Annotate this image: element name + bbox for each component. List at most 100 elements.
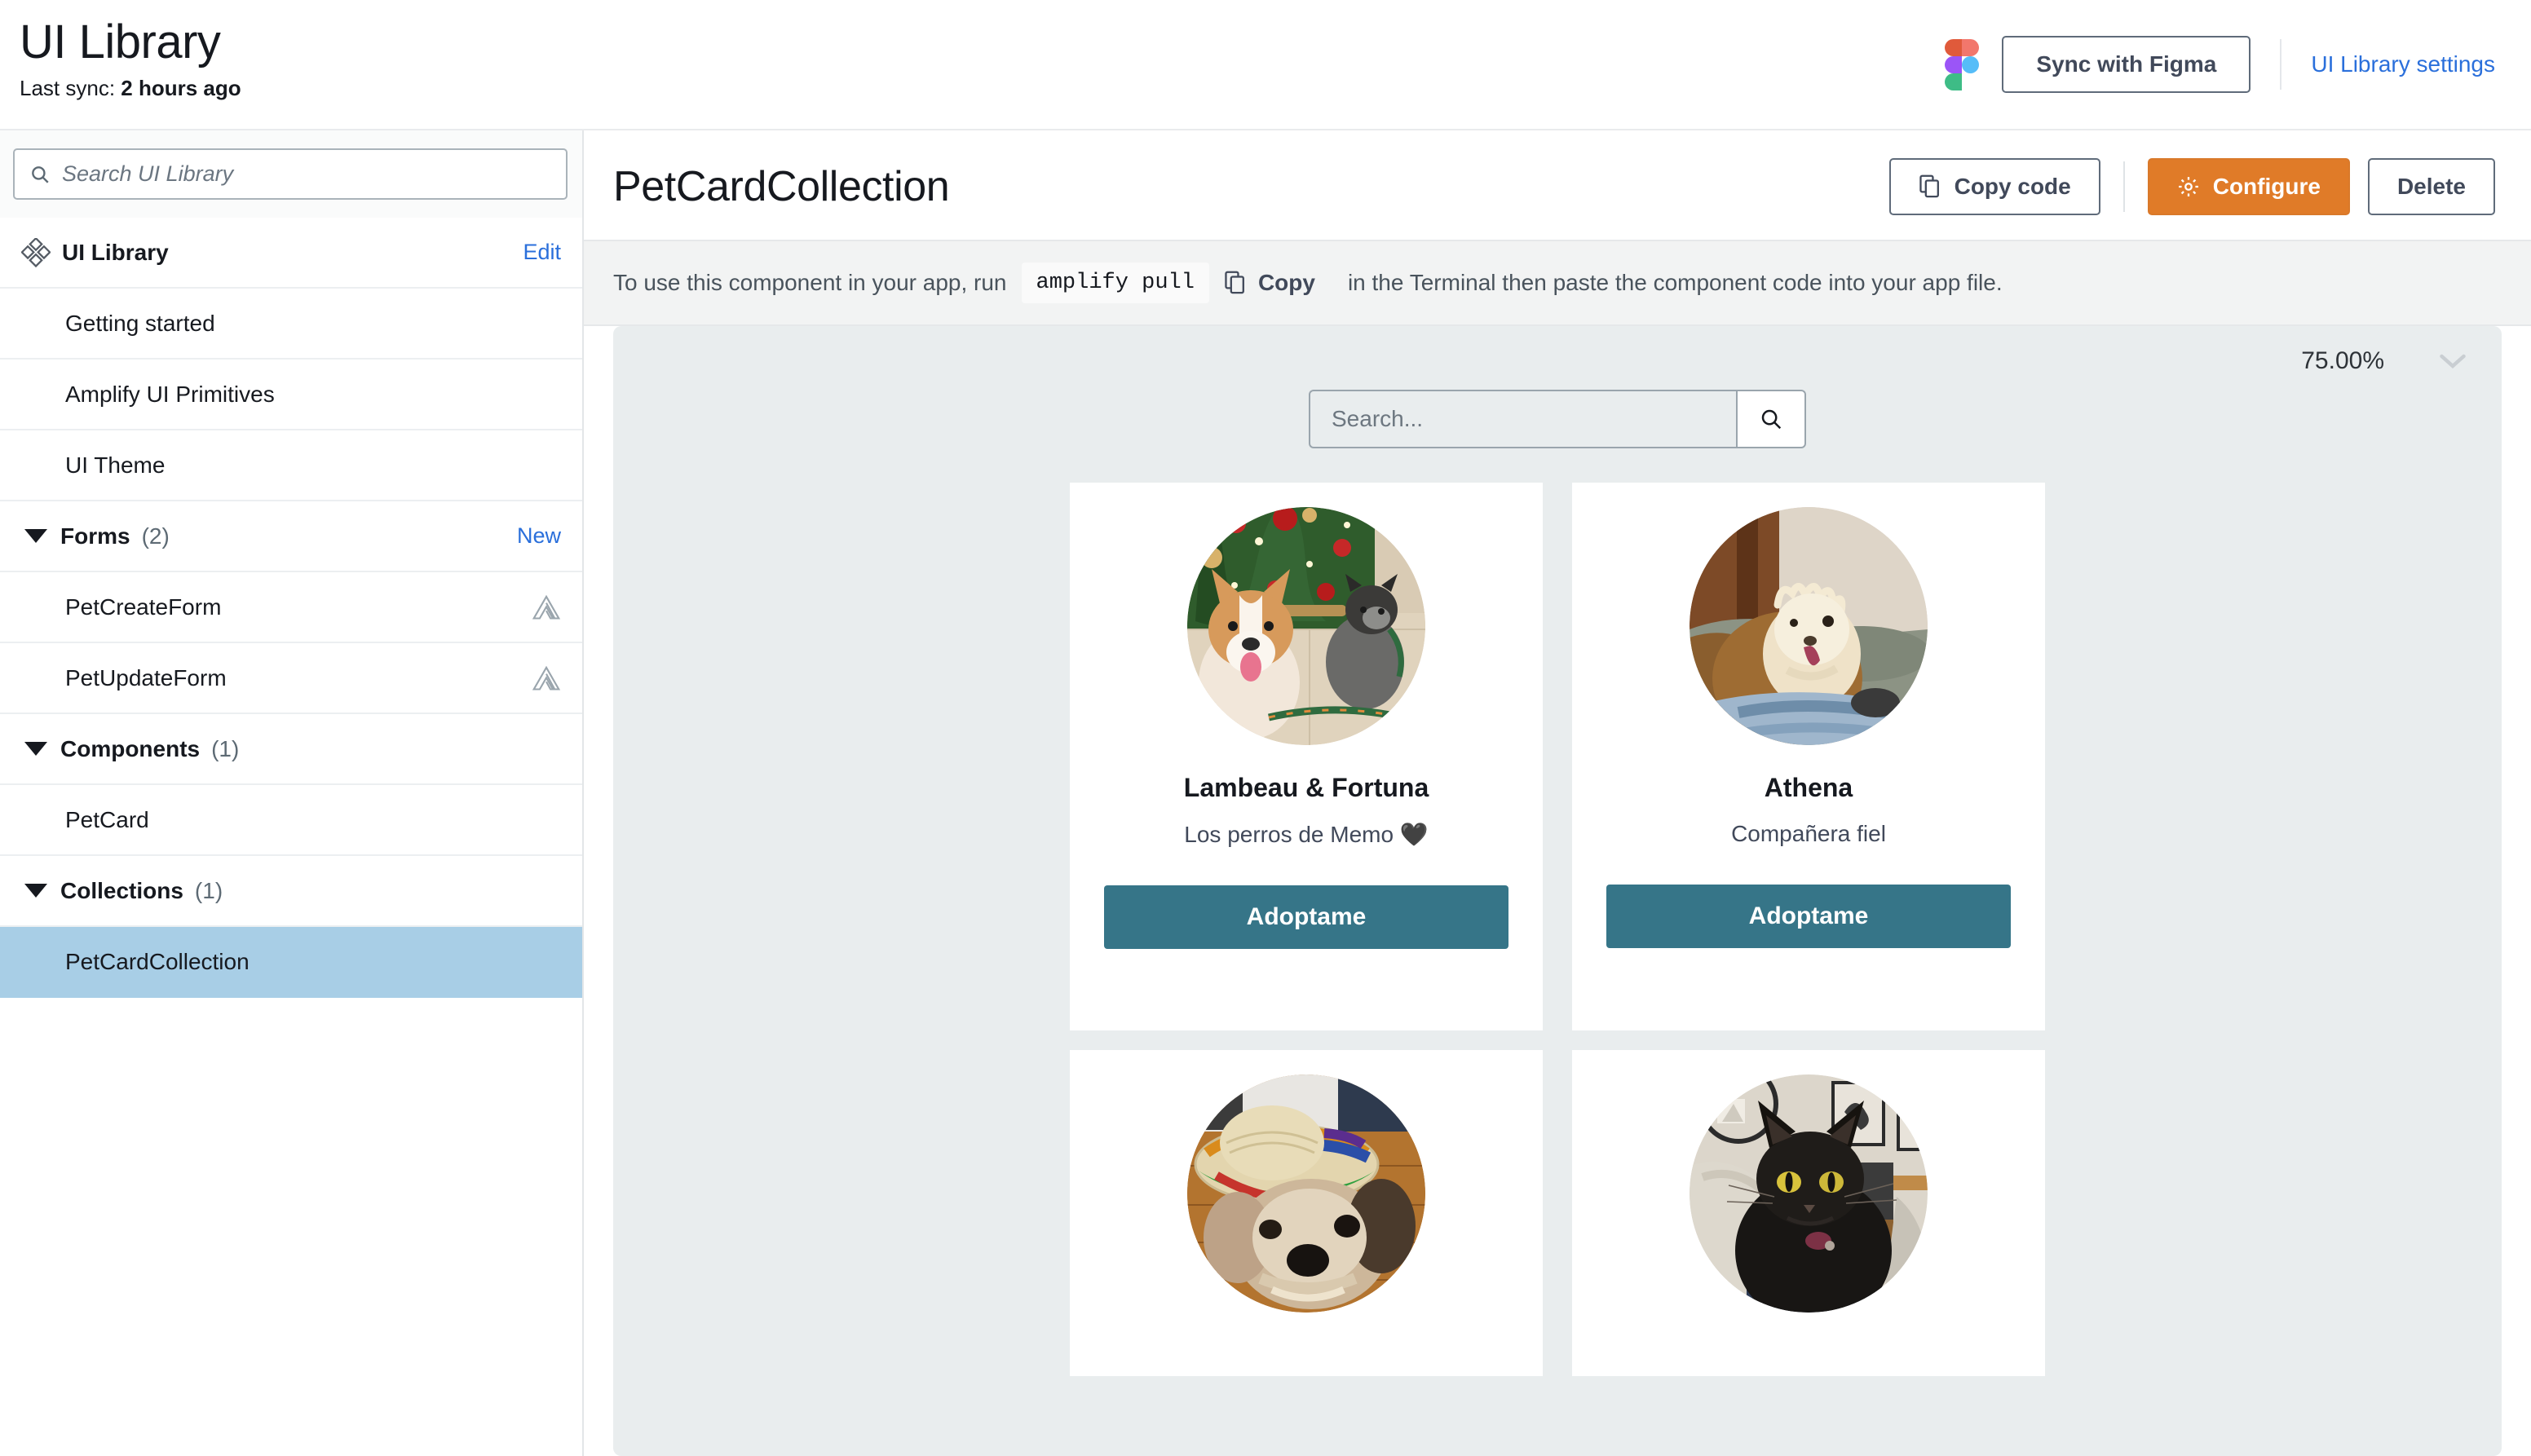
last-sync-label: Last sync: bbox=[20, 75, 116, 100]
sync-with-figma-button[interactable]: Sync with Figma bbox=[2002, 36, 2251, 93]
sidebar-item-label: Amplify UI Primitives bbox=[65, 381, 275, 407]
sidebar-item-petcardcollection[interactable]: PetCardCollection bbox=[0, 927, 582, 998]
search-icon bbox=[1761, 409, 1782, 430]
sidebar-item-petupdateform[interactable]: PetUpdateForm bbox=[0, 643, 582, 714]
sidebar-item-label: PetUpdateForm bbox=[65, 664, 227, 690]
component-actions: Copy code Configure Delete bbox=[1888, 158, 2495, 215]
main-content: PetCardCollection Copy code Configure De… bbox=[584, 130, 2531, 1456]
preview-body: Search... Lambeau & Fortuna Los perros d… bbox=[613, 375, 2502, 1456]
sidebar-group-count: (2) bbox=[141, 523, 170, 549]
preview-outer: 75.00% Search... Lambeau & Fortuna Los p… bbox=[584, 326, 2531, 1456]
pet-card[interactable] bbox=[1070, 1050, 1543, 1376]
copy-code-label: Copy code bbox=[1954, 174, 2071, 199]
caret-down-icon[interactable] bbox=[24, 529, 47, 543]
search-placeholder: Search UI Library bbox=[62, 161, 234, 186]
shih-tzu-wearing-sombrero-photo bbox=[1187, 1074, 1425, 1313]
adopt-button[interactable]: Adoptame bbox=[1104, 885, 1508, 949]
header-left: UI Library Last sync: 2 hours ago bbox=[20, 15, 241, 101]
pet-description: Los perros de Memo 🖤 bbox=[1184, 822, 1429, 847]
instruction-prefix: To use this component in your app, run bbox=[613, 270, 1007, 295]
sidebar-item-label: PetCreateForm bbox=[65, 593, 222, 620]
sidebar-group-count: (1) bbox=[194, 877, 223, 903]
preview-search-input[interactable]: Search... bbox=[1309, 390, 1736, 448]
sidebar-item-label: UI Theme bbox=[65, 452, 166, 478]
amplify-pull-code: amplify pull bbox=[1021, 263, 1209, 303]
ui-library-app: UI Library Last sync: 2 hours ago Sync w… bbox=[0, 0, 2531, 1456]
sidebar-nav: UI Library Edit Getting started Amplify … bbox=[0, 218, 582, 1456]
copy-icon bbox=[1225, 271, 1244, 294]
sidebar-group-label: Forms bbox=[60, 523, 130, 549]
amplify-icon bbox=[532, 594, 561, 620]
configure-button[interactable]: Configure bbox=[2147, 158, 2350, 215]
copy-command-label: Copy bbox=[1257, 270, 1315, 295]
preview-search-placeholder: Search... bbox=[1332, 406, 1424, 431]
ui-library-settings-link[interactable]: UI Library settings bbox=[2311, 51, 2495, 77]
sidebar-item-petcard[interactable]: PetCard bbox=[0, 785, 582, 856]
copy-command-button[interactable]: Copy bbox=[1224, 270, 1315, 296]
last-sync-status: Last sync: 2 hours ago bbox=[20, 76, 241, 101]
pet-avatar bbox=[1187, 507, 1425, 745]
pet-card-grid: Lambeau & Fortuna Los perros de Memo 🖤 A… bbox=[1070, 483, 2045, 1376]
pet-description: Compañera fiel bbox=[1731, 821, 1886, 846]
sidebar-edit-link[interactable]: Edit bbox=[523, 240, 561, 265]
pet-avatar bbox=[1187, 1074, 1425, 1313]
delete-button[interactable]: Delete bbox=[2367, 158, 2495, 215]
sidebar-group-label: Collections bbox=[60, 877, 183, 903]
header-right: Sync with Figma UI Library settings bbox=[1945, 15, 2495, 93]
sidebar-group-forms[interactable]: Forms (2) New bbox=[0, 501, 582, 572]
last-sync-value: 2 hours ago bbox=[121, 75, 241, 100]
sidebar-item-petcreateform[interactable]: PetCreateForm bbox=[0, 572, 582, 643]
zoom-control[interactable]: 75.00% bbox=[613, 326, 2502, 375]
sidebar-group-components[interactable]: Components (1) bbox=[0, 714, 582, 785]
search-input[interactable]: Search UI Library bbox=[13, 148, 568, 200]
configure-label: Configure bbox=[2212, 174, 2321, 199]
gear-icon bbox=[2178, 177, 2198, 196]
pet-card[interactable] bbox=[1572, 1050, 2045, 1376]
sidebar-new-form-link[interactable]: New bbox=[517, 523, 561, 549]
amplify-icon bbox=[532, 665, 561, 690]
chevron-down-icon[interactable] bbox=[2438, 352, 2467, 370]
black-longhair-cat-photo bbox=[1690, 1074, 1928, 1313]
caret-down-icon[interactable] bbox=[24, 742, 47, 756]
sidebar-item-label: PetCard bbox=[65, 806, 149, 832]
scruffy-cream-terrier-on-blanket-photo bbox=[1690, 507, 1928, 745]
sidebar-group-collections[interactable]: Collections (1) bbox=[0, 856, 582, 927]
sidebar-item-label: Getting started bbox=[65, 310, 215, 336]
sidebar-item-label: PetCardCollection bbox=[65, 948, 250, 974]
top-header: UI Library Last sync: 2 hours ago Sync w… bbox=[0, 0, 2531, 129]
sidebar-group-label: Components bbox=[60, 735, 201, 761]
zoom-level-value: 75.00% bbox=[2301, 347, 2384, 374]
page-title: UI Library bbox=[20, 15, 221, 68]
preview-search-button[interactable] bbox=[1736, 390, 1806, 448]
sidebar: Search UI Library UI Library Edit Gettin… bbox=[0, 130, 584, 1456]
header-divider bbox=[2280, 39, 2282, 90]
sidebar-item-amplify-ui-primitives[interactable]: Amplify UI Primitives bbox=[0, 360, 582, 430]
figma-logo-icon bbox=[1945, 39, 1981, 90]
usage-instruction-bar: To use this component in your app, run a… bbox=[584, 241, 2531, 326]
caret-down-icon[interactable] bbox=[24, 884, 47, 898]
sidebar-item-ui-library[interactable]: UI Library Edit bbox=[0, 218, 582, 289]
preview-search-group: Search... bbox=[1309, 390, 1806, 448]
app-body: Search UI Library UI Library Edit Gettin… bbox=[0, 129, 2531, 1456]
actions-divider bbox=[2122, 161, 2125, 212]
component-preview-panel: 75.00% Search... Lambeau & Fortuna Los p… bbox=[613, 326, 2502, 1456]
pet-avatar bbox=[1690, 1074, 1928, 1313]
adopt-button[interactable]: Adoptame bbox=[1606, 885, 2011, 948]
copy-icon bbox=[1919, 174, 1939, 198]
component-title: PetCardCollection bbox=[613, 163, 950, 210]
component-header: PetCardCollection Copy code Configure De… bbox=[584, 130, 2531, 241]
sidebar-item-getting-started[interactable]: Getting started bbox=[0, 289, 582, 360]
sidebar-group-count: (1) bbox=[211, 735, 240, 761]
sidebar-item-ui-theme[interactable]: UI Theme bbox=[0, 430, 582, 501]
copy-code-button[interactable]: Copy code bbox=[1888, 158, 2100, 215]
diamond-cluster-icon bbox=[21, 237, 51, 267]
pet-card[interactable]: Athena Compañera fiel Adoptame bbox=[1572, 483, 2045, 1030]
pet-card[interactable]: Lambeau & Fortuna Los perros de Memo 🖤 A… bbox=[1070, 483, 1543, 1030]
instruction-suffix: in the Terminal then paste the component… bbox=[1347, 270, 2003, 295]
corgi-and-terrier-by-christmas-tree-photo bbox=[1187, 507, 1425, 745]
pet-avatar bbox=[1690, 507, 1928, 745]
search-icon bbox=[32, 165, 49, 183]
sidebar-search-wrap: Search UI Library bbox=[0, 130, 582, 218]
pet-name: Athena bbox=[1764, 773, 1853, 802]
sidebar-root-label: UI Library bbox=[62, 239, 169, 265]
